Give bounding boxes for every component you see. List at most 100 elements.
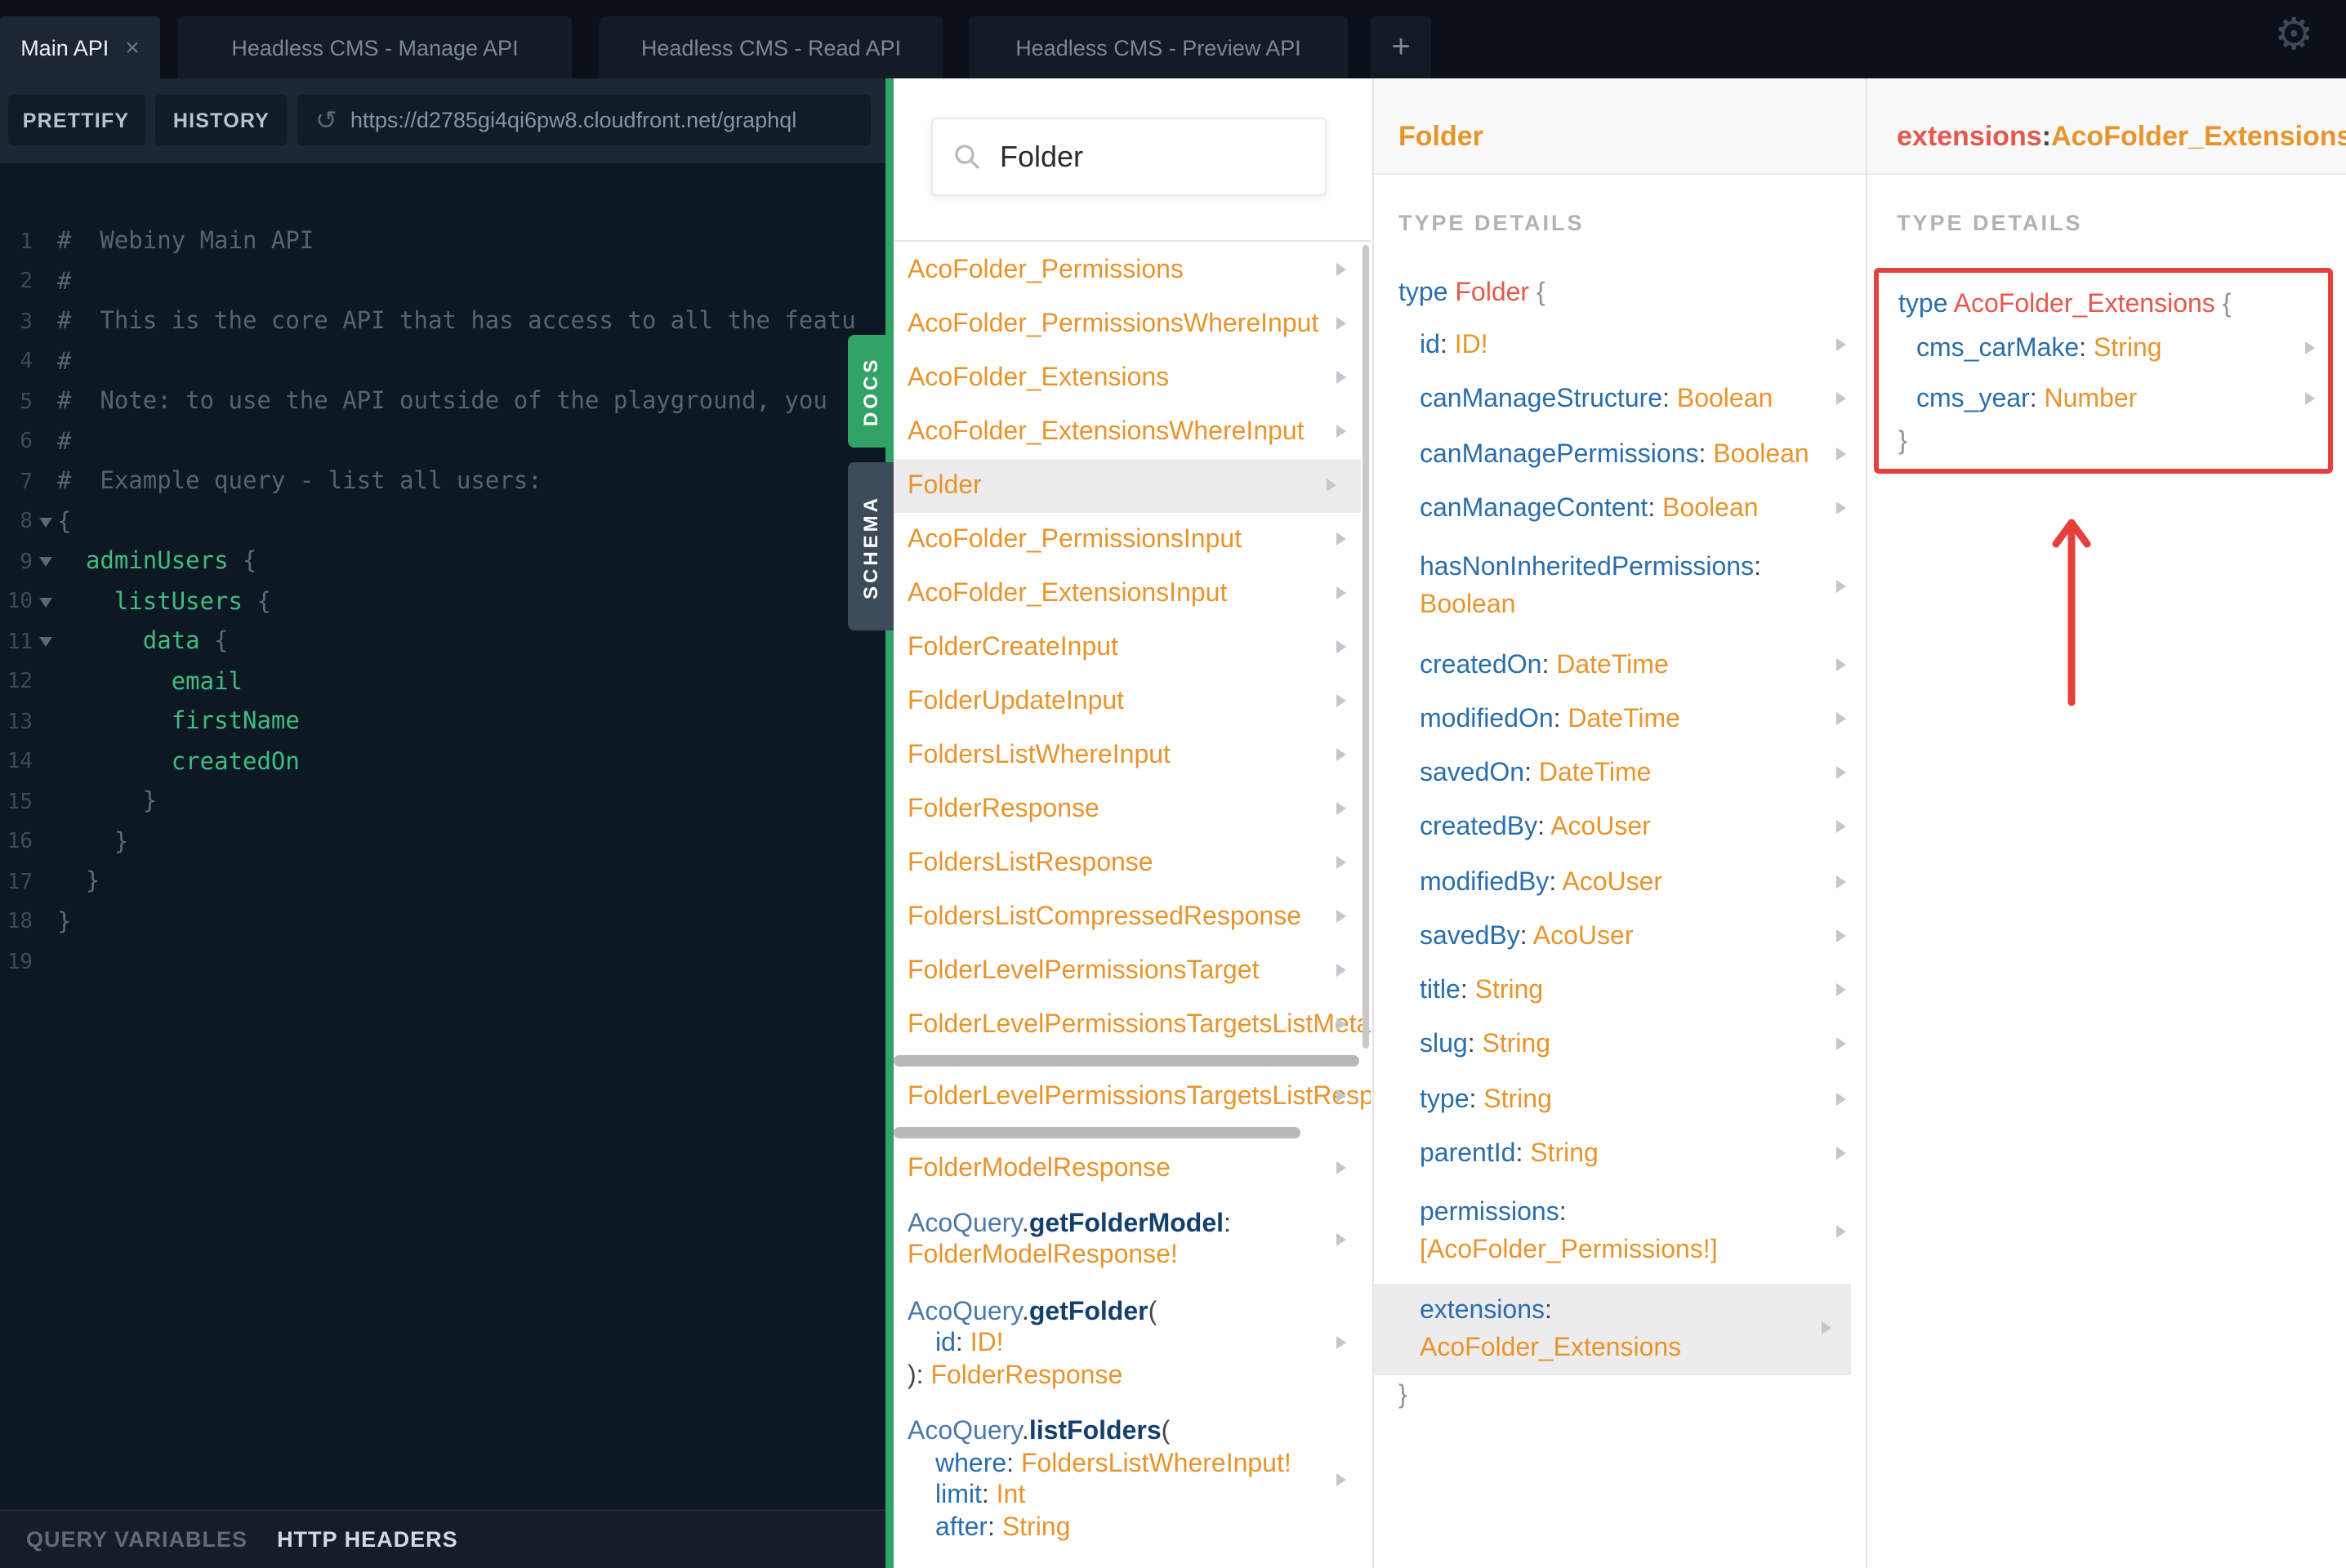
editor-line[interactable]: 12 email (0, 662, 885, 702)
editor-line[interactable]: 19 (0, 942, 885, 982)
field-row[interactable]: modifiedOn: DateTime (1374, 693, 1866, 747)
chevron-right-icon (1836, 983, 1846, 997)
editor-line[interactable]: 10 listUsers { (0, 582, 885, 622)
query-editor[interactable]: 1 # Webiny Main API 2 #3 # This is the core … (0, 163, 885, 1509)
tab-headless-cms-preview-api[interactable]: Headless CMS - Preview API (969, 16, 1348, 78)
docs-list-item[interactable]: FolderCreateInput (894, 621, 1371, 675)
docs-list-item[interactable]: FoldersListResponse (894, 836, 1371, 890)
http-headers-tab[interactable]: HTTP HEADERS (277, 1527, 458, 1552)
tab-headless-cms-read-api[interactable]: Headless CMS - Read API (600, 16, 943, 78)
query-variables-tab[interactable]: QUERY VARIABLES (26, 1527, 248, 1552)
prettify-button[interactable]: PRETTIFY (7, 95, 145, 145)
docs-list-item[interactable]: FoldersListWhereInput (894, 728, 1371, 782)
schema-side-tab[interactable]: SCHEMA (848, 462, 894, 630)
chevron-right-icon (1336, 1161, 1346, 1174)
horizontal-scrollbar[interactable] (894, 1127, 1300, 1138)
editor-line[interactable]: 17 } (0, 862, 885, 902)
add-tab-button[interactable]: + (1371, 16, 1431, 78)
tab-label: Headless CMS - Read API (640, 35, 902, 60)
editor-line[interactable]: 16 } (0, 822, 885, 862)
field-row[interactable]: parentId: String (1374, 1127, 1866, 1182)
endpoint-url-input[interactable] (350, 108, 841, 132)
docs-list-item[interactable]: FolderLevelPermissionsTarget (894, 944, 1371, 998)
docs-list-item[interactable]: FoldersListCompressedResponse (894, 890, 1371, 944)
vertical-scrollbar[interactable] (1362, 245, 1369, 1049)
field-row[interactable]: createdBy: AcoUser (1374, 801, 1866, 856)
docs-list-item[interactable]: AcoFolder_ExtensionsWhereInput (894, 405, 1371, 459)
field-row[interactable]: id: ID! (1374, 318, 1866, 373)
text-segment: { (228, 549, 257, 576)
tab-main-api[interactable]: Main API × (0, 16, 160, 78)
field-row[interactable]: type: String (1374, 1072, 1866, 1127)
docs-list-item[interactable]: FolderResponse (894, 782, 1371, 836)
docs-list-item[interactable]: AcoQuery.getFolderModel: FolderModelRespo… (894, 1196, 1371, 1284)
field-row[interactable]: canManageContent: Boolean (1374, 482, 1866, 537)
type-declaration: type AcoFolder_Extensions { (1895, 286, 2328, 323)
text-segment: adminUsers (85, 549, 229, 576)
horizontal-scrollbar[interactable] (894, 1055, 1359, 1067)
endpoint-url-bar[interactable]: ↺ (297, 95, 871, 145)
docs-search-box[interactable] (931, 118, 1327, 196)
refresh-icon[interactable]: ↺ (315, 105, 337, 136)
editor-line[interactable]: 9 adminUsers { (0, 542, 885, 582)
editor-line[interactable]: 3 # This is the core API that has access … (0, 302, 885, 342)
tab-headless-cms-manage-api[interactable]: Headless CMS - Manage API (178, 16, 572, 78)
docs-list-item[interactable]: AcoQuery.listFolders(where: FoldersListW… (894, 1404, 1371, 1556)
search-icon (955, 145, 979, 169)
docs-list-item[interactable]: AcoQuery.getFolder(id: ID!): FolderRespo… (894, 1284, 1371, 1404)
field-row[interactable]: extensions: AcoFolder_Extensions (1374, 1283, 1851, 1375)
docs-list-item[interactable]: FolderLevelPermissionsTargetsListRespo (894, 1070, 1371, 1124)
docs-list-item[interactable]: AcoFolder_PermissionsInput (894, 513, 1371, 567)
docs-list-item[interactable]: FolderLevelPermissionsTargetsListMeta (894, 998, 1371, 1052)
field-row[interactable]: modifiedBy: AcoUser (1374, 855, 1866, 910)
field-text: permissions: [AcoFolder_Permissions!] (1420, 1199, 1718, 1265)
chevron-right-icon (1836, 338, 1846, 352)
close-icon[interactable]: × (125, 35, 140, 60)
editor-line[interactable]: 18} (0, 902, 885, 942)
docs-list-item[interactable]: AcoFolder_Extensions (894, 351, 1371, 405)
field-row[interactable]: hasNonInheritedPermissions: Boolean (1374, 536, 1866, 638)
field-row[interactable]: createdOn: DateTime (1374, 638, 1866, 693)
code-text: createdOn (57, 750, 300, 776)
field-row[interactable]: title: String (1374, 964, 1866, 1018)
field-row[interactable]: cms_carMake: String (1895, 323, 2328, 374)
text-segment: } (57, 869, 100, 896)
settings-gear-icon[interactable]: ⚙ (2274, 10, 2313, 62)
text-segment: FolderModelResponse! (908, 1241, 1178, 1269)
editor-line[interactable]: 8{ (0, 502, 885, 542)
editor-line[interactable]: 2 # (0, 262, 885, 302)
code-text: } (57, 790, 157, 816)
editor-line[interactable]: 1 # Webiny Main API (0, 222, 885, 262)
docs-list-item[interactable]: AcoFolder_PermissionsWhereInput (894, 297, 1371, 351)
field-row[interactable]: slug: String (1374, 1018, 1866, 1073)
docs-list-item[interactable]: AcoFolder_ExtensionsInput (894, 567, 1371, 621)
editor-line[interactable]: 14 createdOn (0, 742, 885, 782)
docs-search-input[interactable] (997, 138, 1297, 176)
field-row[interactable]: canManageStructure: Boolean (1374, 373, 1866, 428)
docs-list-item[interactable]: FolderUpdateInput (894, 675, 1371, 728)
docs-divider[interactable] (885, 78, 894, 1568)
fold-arrow-icon[interactable] (33, 517, 57, 528)
text-segment (57, 550, 86, 576)
editor-line[interactable]: 13 firstName (0, 702, 885, 742)
field-row[interactable]: permissions: [AcoFolder_Permissions!] (1374, 1181, 1866, 1283)
editor-line[interactable]: 15 } (0, 782, 885, 822)
editor-line[interactable]: 5 # Note: to use the API outside of the p… (0, 382, 885, 422)
editor-line[interactable]: 6 # (0, 422, 885, 462)
field-row[interactable]: savedBy: AcoUser (1374, 910, 1866, 964)
field-row[interactable]: savedOn: DateTime (1374, 746, 1866, 801)
history-button[interactable]: HISTORY (155, 95, 288, 145)
docs-side-tab[interactable]: DOCS (848, 335, 894, 448)
annotation-box: type AcoFolder_Extensions { cms_carMake:… (1874, 268, 2333, 474)
editor-line[interactable]: 11 data { (0, 622, 885, 662)
editor-line[interactable]: 4 # (0, 342, 885, 382)
fold-arrow-icon[interactable] (33, 597, 57, 608)
field-row[interactable]: cms_year: Number (1895, 374, 2328, 425)
field-row[interactable]: canManagePermissions: Boolean (1374, 427, 1866, 482)
docs-list-item[interactable]: FolderModelResponse (894, 1142, 1371, 1196)
fold-arrow-icon[interactable] (33, 637, 57, 648)
editor-line[interactable]: 7 # Example query - list all users: (0, 462, 885, 502)
docs-list-item[interactable]: AcoFolder_Permissions (894, 243, 1371, 297)
fold-arrow-icon[interactable] (33, 557, 57, 568)
docs-list-item[interactable]: Folder (894, 459, 1361, 513)
